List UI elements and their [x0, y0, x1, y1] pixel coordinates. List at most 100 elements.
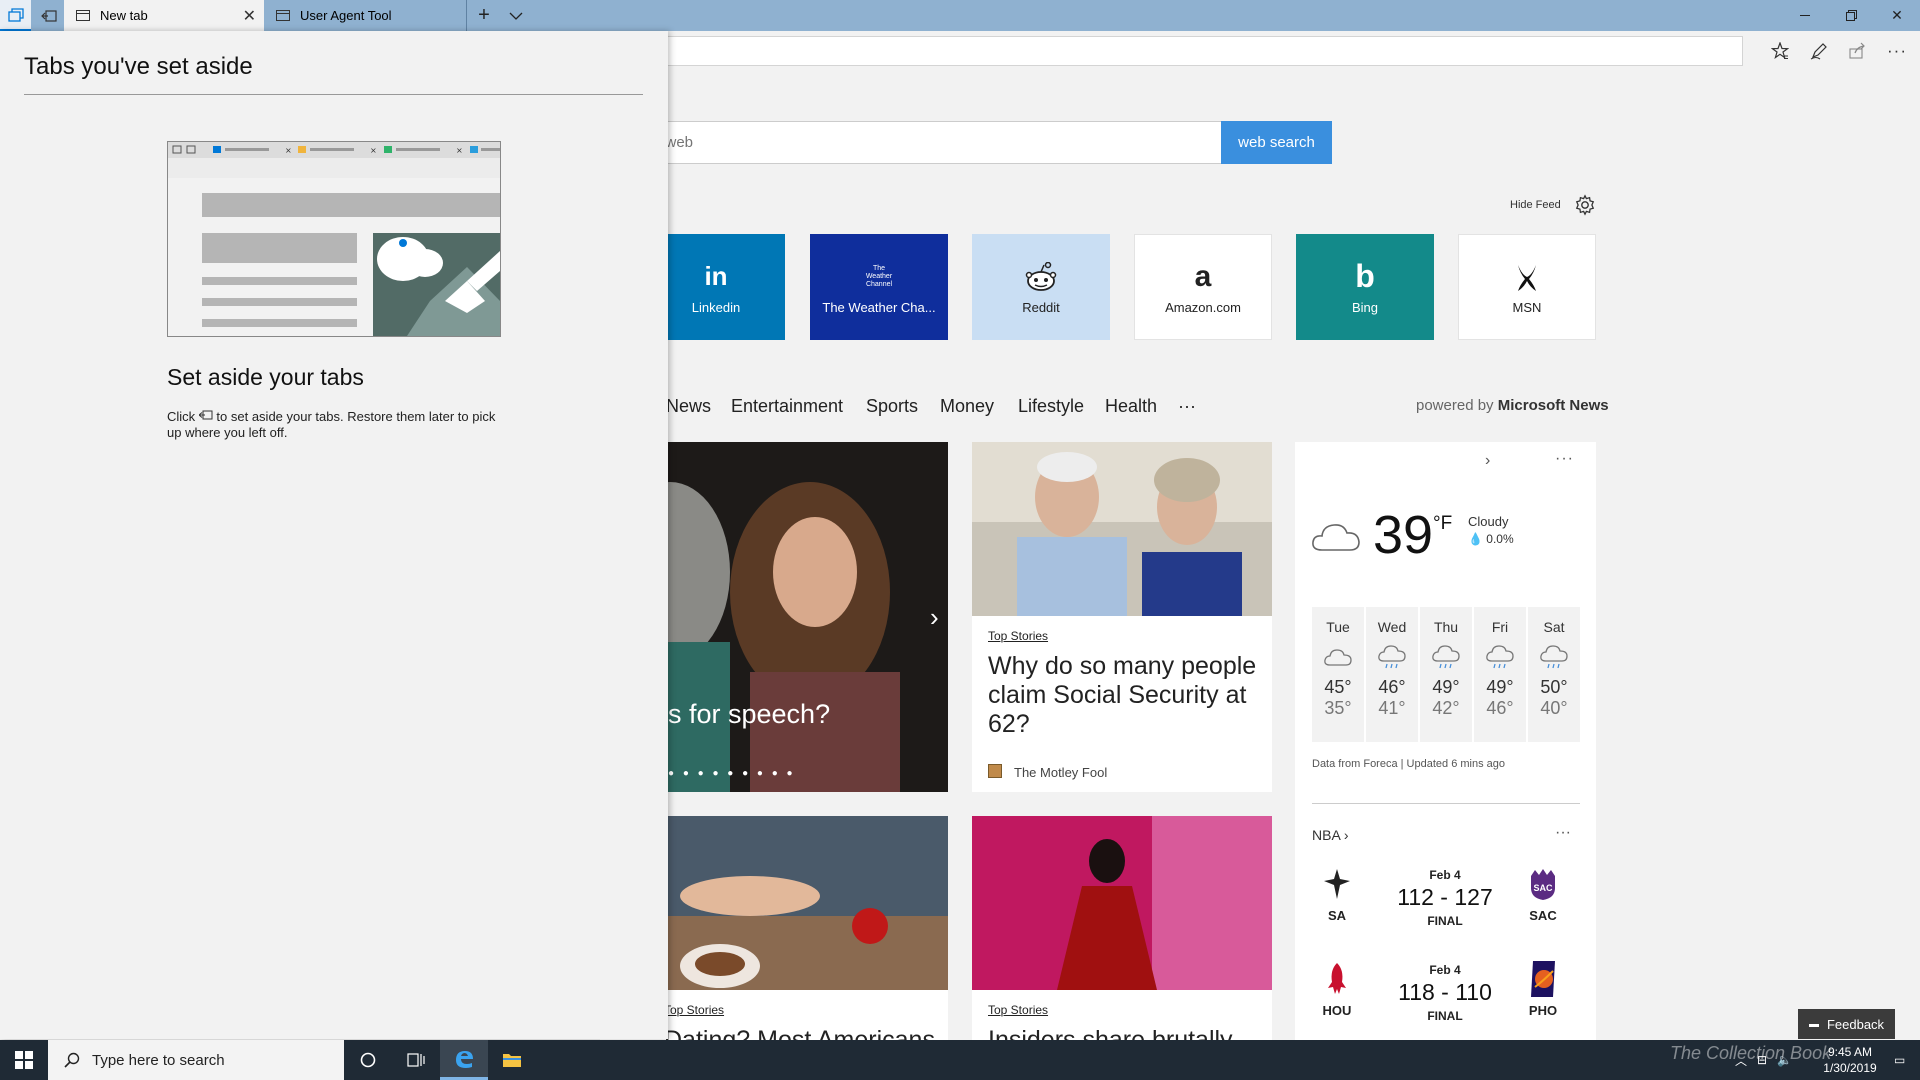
powered-brand[interactable]: Microsoft News [1498, 397, 1609, 414]
amazon-glyph: a [1194, 259, 1212, 293]
forecast-day[interactable]: Thu 49° 42° [1420, 607, 1472, 742]
nba-title[interactable]: NBA › [1312, 827, 1349, 843]
day-high: 49° [1432, 677, 1460, 697]
watermark: The Collection Book [1670, 1043, 1832, 1063]
tab-page-icon [76, 10, 90, 21]
top-site-msn[interactable]: MSN [1458, 234, 1596, 340]
hide-feed-link[interactable]: Hide Feed [1510, 199, 1561, 211]
bing-icon: b [1355, 258, 1375, 294]
divider [1312, 803, 1580, 804]
day-high: 49° [1486, 677, 1514, 697]
tab-page-icon [276, 10, 290, 21]
settings-more-button[interactable]: ··· [1882, 39, 1912, 63]
cloud-icon [1312, 645, 1364, 673]
reddit-icon [1024, 260, 1058, 294]
file-explorer-button[interactable] [488, 1040, 536, 1080]
tab-preview-button[interactable] [502, 0, 530, 31]
minimize-button[interactable] [1782, 0, 1828, 31]
web-search-button[interactable]: web search [1221, 121, 1332, 164]
card-headline[interactable]: Why do so many people claim Social Secur… [988, 652, 1258, 739]
tab-new-tab[interactable]: New tab ✕ [64, 0, 264, 31]
more-options-icon[interactable]: ··· [1555, 450, 1574, 468]
nav-sports[interactable]: Sports [866, 396, 918, 417]
set-aside-tabs-icon [7, 7, 24, 22]
forecast-day[interactable]: Sat 50° 40° [1528, 607, 1580, 742]
card-tag[interactable]: Top Stories [988, 629, 1048, 643]
card-source: The Motley Fool [1014, 765, 1108, 780]
close-icon[interactable]: ✕ [243, 6, 256, 26]
rain-icon [1420, 645, 1472, 673]
card-headline[interactable]: Dating? Most Americans [664, 1026, 944, 1040]
top-site-weather-channel[interactable]: The Weather Channel The Weather Cha... [810, 234, 948, 340]
address-bar[interactable] [560, 36, 1743, 66]
day-name: Fri [1491, 619, 1509, 635]
restore-button[interactable] [1828, 0, 1874, 31]
card-tag[interactable]: Top Stories [664, 1003, 724, 1017]
task-view-icon [407, 1053, 425, 1067]
day-name: Thu [1433, 619, 1459, 635]
spurs-logo-icon [1319, 866, 1355, 902]
nba-label: NBA [1312, 827, 1341, 843]
precip-value: 0.0% [1486, 532, 1514, 546]
tile-label: Linkedin [691, 299, 741, 315]
feedback-label: Feedback [1826, 1016, 1885, 1032]
weather-card[interactable]: › ··· 39 °F Cloudy 💧 0.0% Tue 45° 35° We… [1295, 442, 1596, 1042]
new-tab-button[interactable]: + [470, 0, 498, 31]
start-button[interactable] [0, 1040, 48, 1080]
tabs-aside-button[interactable] [0, 0, 31, 31]
forecast-day[interactable]: Tue 45° 35° [1312, 607, 1364, 742]
gear-icon[interactable] [1574, 194, 1596, 216]
day-name: Sat [1543, 619, 1565, 635]
folder-icon [503, 1054, 521, 1067]
forecast-day[interactable]: Wed 46° 41° [1366, 607, 1418, 742]
nav-news[interactable]: News [666, 396, 711, 417]
top-site-bing[interactable]: b Bing [1296, 234, 1434, 340]
news-card-insiders[interactable]: Top Stories Insiders share brutally [972, 816, 1272, 1040]
hero-headline[interactable]: s for speech? [668, 700, 830, 729]
divider [24, 94, 643, 95]
edge-taskbar-button[interactable] [440, 1040, 488, 1080]
day-low: 42° [1432, 698, 1460, 718]
nav-lifestyle[interactable]: Lifestyle [1018, 396, 1084, 417]
action-center-button[interactable]: ▭ [1894, 1040, 1905, 1080]
precip-row: 💧 0.0% [1468, 532, 1514, 546]
share-button[interactable] [1843, 39, 1873, 63]
slideshow-next-button[interactable]: › [930, 602, 939, 633]
nav-health[interactable]: Health [1105, 396, 1157, 417]
search-placeholder: Type here to search [92, 1051, 225, 1069]
slideshow-dots: ● ● ● ● ● ● ● ● ● [668, 768, 796, 779]
feedback-button[interactable]: ▬ Feedback [1798, 1009, 1895, 1039]
set-aside-button[interactable] [33, 0, 64, 31]
rockets-logo-icon [1319, 961, 1355, 997]
news-card-social-security[interactable]: Top Stories Why do so many people claim … [972, 442, 1272, 792]
card-headline[interactable]: Insiders share brutally [988, 1026, 1268, 1040]
taskbar-search[interactable]: Type here to search [48, 1040, 344, 1080]
tab-user-agent-tool[interactable]: User Agent Tool [264, 0, 466, 31]
nav-entertainment[interactable]: Entertainment [731, 396, 843, 417]
chevron-right-icon[interactable]: › [1485, 452, 1490, 470]
weather-condition: Cloudy [1468, 514, 1509, 529]
search-box[interactable] [640, 121, 1222, 164]
tab-label: User Agent Tool [300, 8, 392, 23]
task-view-button[interactable] [392, 1040, 440, 1080]
nba-game[interactable]: SA Feb 4 112 - 127 FINAL SAC SAC [1295, 862, 1596, 952]
forecast-day[interactable]: Fri 49° 46° [1474, 607, 1526, 742]
desc-suffix: to set aside your tabs. Restore them lat… [167, 409, 496, 440]
close-window-button[interactable]: ✕ [1874, 0, 1920, 31]
game-status: FINAL [1427, 914, 1463, 928]
day-low: 40° [1540, 698, 1568, 718]
favorites-button[interactable] [1765, 39, 1795, 63]
top-site-amazon[interactable]: a Amazon.com [1134, 234, 1272, 340]
more-options-icon[interactable]: ··· [1555, 824, 1571, 842]
set-aside-description: Click to set aside your tabs. Restore th… [167, 409, 507, 441]
card-tag[interactable]: Top Stories [988, 1003, 1048, 1017]
tile-label: The Weather Cha... [822, 299, 936, 315]
top-site-reddit[interactable]: Reddit [972, 234, 1110, 340]
current-temp: 39 [1373, 505, 1434, 565]
web-note-button[interactable] [1804, 39, 1834, 63]
nav-more-button[interactable]: ··· [1178, 396, 1196, 417]
cortana-button[interactable] [344, 1040, 392, 1080]
nav-money[interactable]: Money [940, 396, 994, 417]
search-input[interactable] [641, 122, 1221, 163]
nba-game[interactable]: HOU Feb 4 118 - 110 FINAL PHO [1295, 957, 1596, 1047]
